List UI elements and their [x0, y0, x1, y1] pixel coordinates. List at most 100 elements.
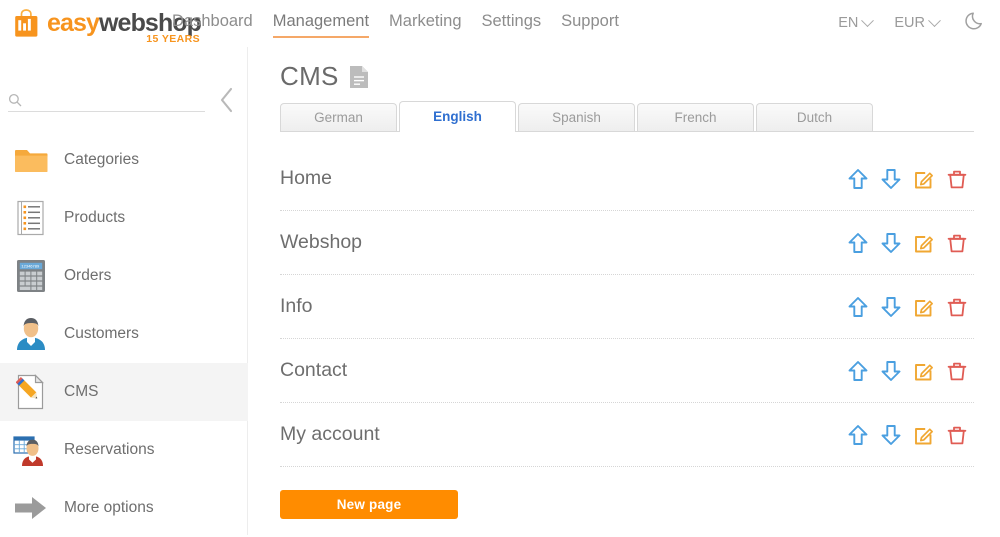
currency-selector[interactable]: EUR	[894, 13, 941, 31]
calendar-person-icon	[12, 431, 50, 469]
page-pencil-icon	[12, 373, 50, 411]
tab-french[interactable]: French	[637, 103, 754, 131]
sidebar-item-label: CMS	[64, 383, 99, 400]
chevron-left-icon	[220, 87, 233, 113]
nav-item-management[interactable]: Management	[272, 12, 370, 38]
row-actions	[845, 422, 974, 448]
row-actions	[845, 294, 974, 320]
edit-pencil-icon	[915, 171, 933, 188]
tab-german[interactable]: German	[280, 103, 397, 131]
move-up-button[interactable]	[845, 294, 871, 320]
arrow-down-icon	[881, 360, 901, 381]
edit-button[interactable]	[911, 358, 937, 384]
move-up-button[interactable]	[845, 166, 871, 192]
table-row: Webshop	[280, 211, 974, 275]
language-selector[interactable]: EN	[838, 13, 875, 31]
edit-button[interactable]	[911, 422, 937, 448]
arrow-down-icon	[881, 424, 901, 445]
sidebar-item-categories[interactable]: Categories	[0, 131, 248, 189]
move-down-button[interactable]	[878, 230, 904, 256]
sidebar-item-label: Categories	[64, 151, 139, 168]
page-title: CMS	[280, 61, 339, 91]
moon-icon[interactable]	[965, 10, 986, 36]
move-down-button[interactable]	[878, 166, 904, 192]
sidebar-item-reservations[interactable]: Reservations	[0, 421, 248, 479]
search-box[interactable]	[8, 88, 205, 112]
chevron-down-icon	[861, 13, 875, 27]
main-navigation: Dashboard Management Marketing Settings …	[172, 12, 639, 38]
move-down-button[interactable]	[878, 422, 904, 448]
arrow-down-icon	[881, 168, 901, 189]
edit-button[interactable]	[911, 166, 937, 192]
arrow-down-icon	[881, 232, 901, 253]
nav-item-settings[interactable]: Settings	[482, 12, 542, 36]
sidebar-item-orders[interactable]: 12346789 Orders	[0, 247, 248, 305]
delete-button[interactable]	[944, 230, 970, 256]
edit-pencil-icon	[915, 299, 933, 316]
tab-dutch[interactable]: Dutch	[756, 103, 873, 131]
top-right-controls: EN EUR	[816, 10, 986, 36]
sidebar: Categories Products 12346789 Orders Cust…	[0, 47, 248, 535]
tab-spanish[interactable]: Spanish	[518, 103, 635, 131]
main-content: CMS German English Spanish French Dutch …	[248, 47, 1000, 535]
edit-button[interactable]	[911, 294, 937, 320]
sidebar-item-label: Products	[64, 209, 126, 226]
new-page-button[interactable]: New page	[280, 490, 458, 519]
table-row: Info	[280, 275, 974, 339]
sidebar-collapse-button[interactable]	[217, 85, 237, 115]
language-tab-bar: German English Spanish French Dutch	[280, 101, 974, 132]
delete-button[interactable]	[944, 166, 970, 192]
edit-button[interactable]	[911, 230, 937, 256]
sidebar-item-more-options[interactable]: More options	[0, 479, 248, 537]
move-up-button[interactable]	[845, 230, 871, 256]
cms-page-list: Home Webshop Info Contact My account	[280, 147, 974, 467]
nav-item-dashboard[interactable]: Dashboard	[172, 12, 253, 36]
arrow-up-icon	[848, 360, 868, 381]
nav-item-marketing[interactable]: Marketing	[389, 12, 461, 36]
brand-name-part1: easy	[47, 8, 100, 37]
arrow-up-icon	[848, 168, 868, 189]
table-row: Home	[280, 147, 974, 211]
sidebar-item-products[interactable]: Products	[0, 189, 248, 247]
trash-icon	[947, 362, 967, 380]
sidebar-item-label: Orders	[64, 267, 112, 284]
delete-button[interactable]	[944, 422, 970, 448]
table-row: Contact	[280, 339, 974, 403]
edit-pencil-icon	[915, 427, 933, 444]
move-up-button[interactable]	[845, 422, 871, 448]
arrow-up-icon	[848, 296, 868, 317]
sidebar-item-customers[interactable]: Customers	[0, 305, 248, 363]
page-name: Webshop	[280, 231, 363, 253]
language-value: EN	[838, 15, 859, 31]
tab-english[interactable]: English	[399, 101, 516, 132]
sidebar-item-label: Reservations	[64, 441, 155, 458]
page-name: Home	[280, 167, 333, 189]
sidebar-search-row	[0, 85, 248, 115]
chevron-down-icon	[928, 13, 941, 27]
page-name: Contact	[280, 359, 348, 381]
page-name: My account	[280, 423, 380, 445]
trash-icon	[947, 234, 967, 252]
calculator-icon: 12346789	[12, 257, 50, 295]
person-blue-icon	[12, 315, 50, 353]
delete-button[interactable]	[944, 294, 970, 320]
shopping-bag-chart-icon	[15, 8, 38, 37]
sidebar-navigation: Categories Products 12346789 Orders Cust…	[0, 131, 248, 537]
sidebar-item-cms[interactable]: CMS	[0, 363, 248, 421]
trash-icon	[947, 170, 967, 188]
page-name: Info	[280, 295, 313, 317]
row-actions	[845, 230, 974, 256]
move-down-button[interactable]	[878, 358, 904, 384]
arrow-right-icon	[12, 489, 50, 527]
edit-pencil-icon	[915, 235, 933, 252]
list-page-icon	[12, 199, 50, 237]
search-input[interactable]	[28, 92, 196, 107]
svg-text:12346789: 12346789	[21, 264, 40, 269]
delete-button[interactable]	[944, 358, 970, 384]
trash-icon	[947, 426, 967, 444]
nav-item-support[interactable]: Support	[561, 12, 619, 36]
currency-value: EUR	[894, 15, 925, 31]
move-up-button[interactable]	[845, 358, 871, 384]
row-actions	[845, 358, 974, 384]
move-down-button[interactable]	[878, 294, 904, 320]
